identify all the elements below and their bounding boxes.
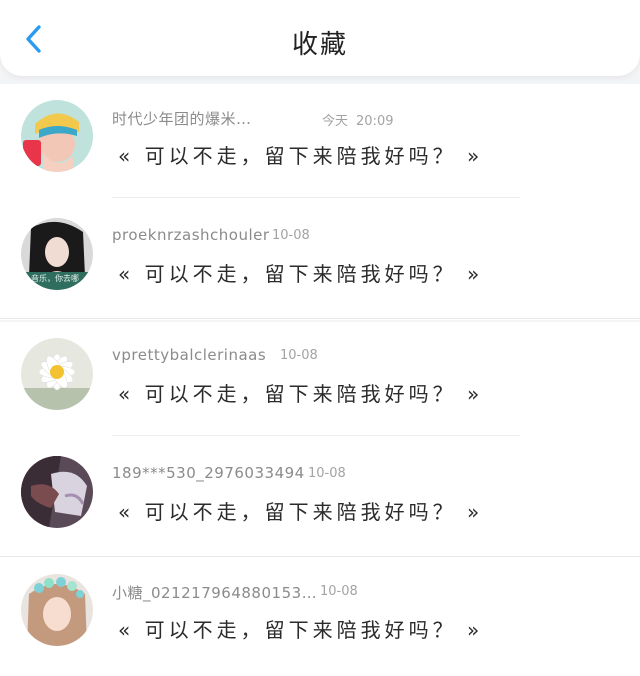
top-bar: 收藏 (0, 0, 640, 76)
date-label: 今天 (322, 114, 349, 129)
user-name: 小糖_021217964880153… (112, 584, 318, 602)
avatar-caption: 音乐，你去哪 (31, 274, 79, 283)
time-label: 20:09 (356, 114, 394, 129)
message-text: « 可以不走，留下来陪我好吗？ » (118, 262, 484, 286)
user-name: vprettybalclerinaas (112, 346, 267, 364)
message-text: « 可以不走，留下来陪我好吗？ » (118, 500, 484, 524)
date-label: 10-08 (308, 466, 346, 481)
avatar[interactable]: 音乐，你去哪 (21, 218, 93, 290)
divider (112, 435, 520, 436)
divider (0, 556, 640, 557)
list-item[interactable]: vprettybalclerinaas 10-08 « 可以不走，留下来陪我好吗… (0, 322, 640, 440)
avatar[interactable] (21, 574, 93, 646)
page-title: 收藏 (291, 30, 348, 60)
message-text: « 可以不走，留下来陪我好吗？ » (118, 618, 484, 642)
date-label: 10-08 (272, 228, 310, 243)
date-label: 10-08 (280, 348, 318, 363)
message-text: « 可以不走，留下来陪我好吗？ » (118, 144, 484, 168)
list-item[interactable]: 189***530_2976033494 10-08 « 可以不走，留下来陪我好… (0, 440, 640, 558)
list-item[interactable]: 小糖_021217964880153… 10-08 « 可以不走，留下来陪我好吗… (0, 558, 640, 676)
avatar[interactable] (21, 456, 93, 528)
list-item[interactable]: 音乐，你去哪 proeknrzashchouler 10-08 « 可以不走，留… (0, 202, 640, 320)
divider (112, 197, 520, 198)
user-name: 时代少年团的爆米… (112, 110, 252, 128)
user-name: proeknrzashchouler (112, 226, 270, 244)
divider (0, 318, 640, 319)
user-name: 189***530_2976033494 (112, 464, 305, 482)
list-item[interactable]: 时代少年团的爆米… 今天 20:09 « 可以不走，留下来陪我好吗？ » (0, 84, 640, 202)
favorites-list: 时代少年团的爆米… 今天 20:09 « 可以不走，留下来陪我好吗？ » 音乐，你… (0, 84, 640, 676)
message-text: « 可以不走，留下来陪我好吗？ » (118, 382, 484, 406)
avatar[interactable] (21, 100, 93, 172)
date-label: 10-08 (320, 584, 358, 599)
timestamp: 今天 20:09 (322, 110, 393, 129)
avatar[interactable] (21, 338, 93, 410)
